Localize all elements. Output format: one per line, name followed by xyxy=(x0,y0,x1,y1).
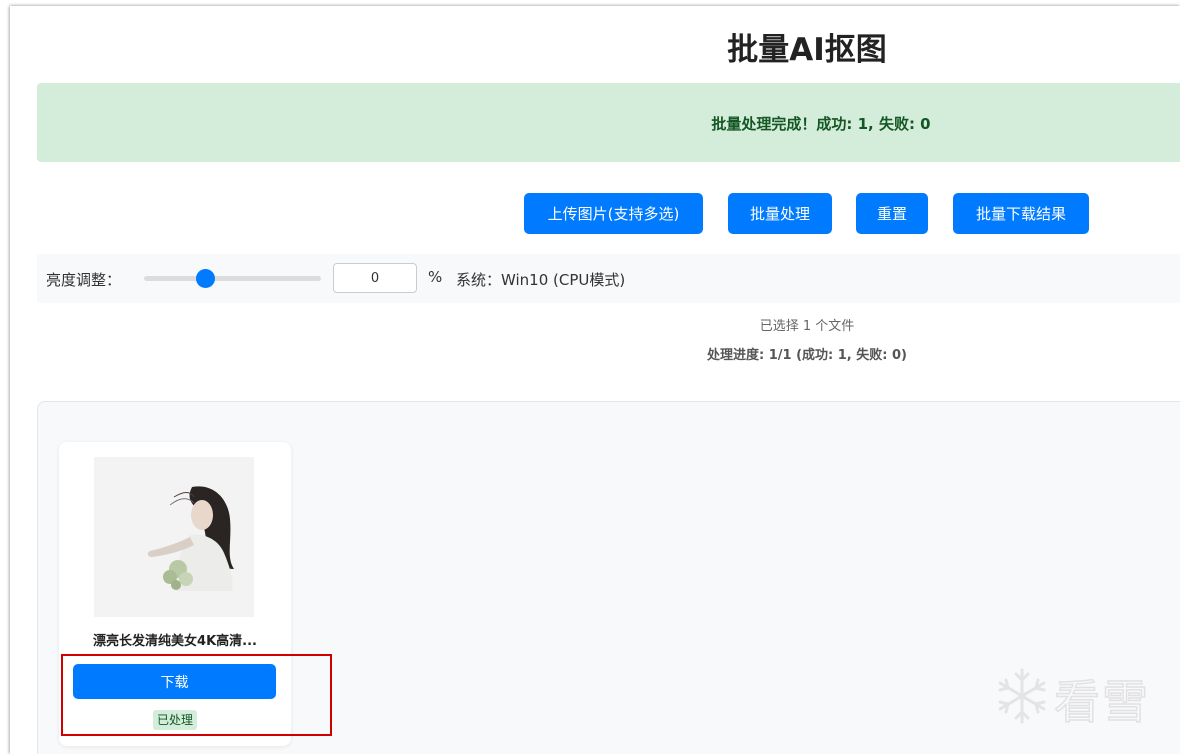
watermark-text: 看雪 xyxy=(1053,674,1150,730)
processing-progress: 处理进度: 1/1 (成功: 1, 失败: 0) xyxy=(707,348,907,363)
watermark: 看雪 xyxy=(992,664,1162,730)
portrait-image-icon xyxy=(94,457,254,617)
brightness-controls: 亮度调整： % 系统：Win10 (CPU模式) xyxy=(37,254,1180,303)
selected-file-count: 已选择 1 个文件 xyxy=(759,319,855,334)
result-thumbnail xyxy=(94,457,254,617)
app-window: 批量AI抠图 批量处理完成！成功: 1, 失败: 0 上传图片(支持多选) 批量… xyxy=(10,6,1180,754)
result-file-name: 漂亮长发清纯美女4K高清... xyxy=(93,634,257,649)
reset-button[interactable]: 重置 xyxy=(856,193,928,234)
brightness-slider-thumb[interactable] xyxy=(196,269,216,288)
page-title: 批量AI抠图 xyxy=(727,32,887,68)
result-card: 漂亮长发清纯美女4K高清... 下载 已处理 xyxy=(59,442,291,746)
brightness-value-input[interactable] xyxy=(333,263,417,293)
download-button[interactable]: 下载 xyxy=(73,664,276,699)
upload-images-button[interactable]: 上传图片(支持多选) xyxy=(524,193,703,234)
alert-message: 批量处理完成！成功: 1, 失败: 0 xyxy=(711,115,931,133)
snowflake-icon xyxy=(998,668,1046,724)
percent-unit: % xyxy=(428,268,443,286)
system-info: 系统：Win10 (CPU模式) xyxy=(456,271,626,289)
batch-process-button[interactable]: 批量处理 xyxy=(728,193,832,234)
success-alert: 批量处理完成！成功: 1, 失败: 0 xyxy=(37,83,1180,162)
brightness-slider-track[interactable] xyxy=(144,276,321,281)
status-badge: 已处理 xyxy=(153,710,198,730)
batch-download-button[interactable]: 批量下载结果 xyxy=(953,193,1089,234)
brightness-label: 亮度调整： xyxy=(46,271,122,289)
